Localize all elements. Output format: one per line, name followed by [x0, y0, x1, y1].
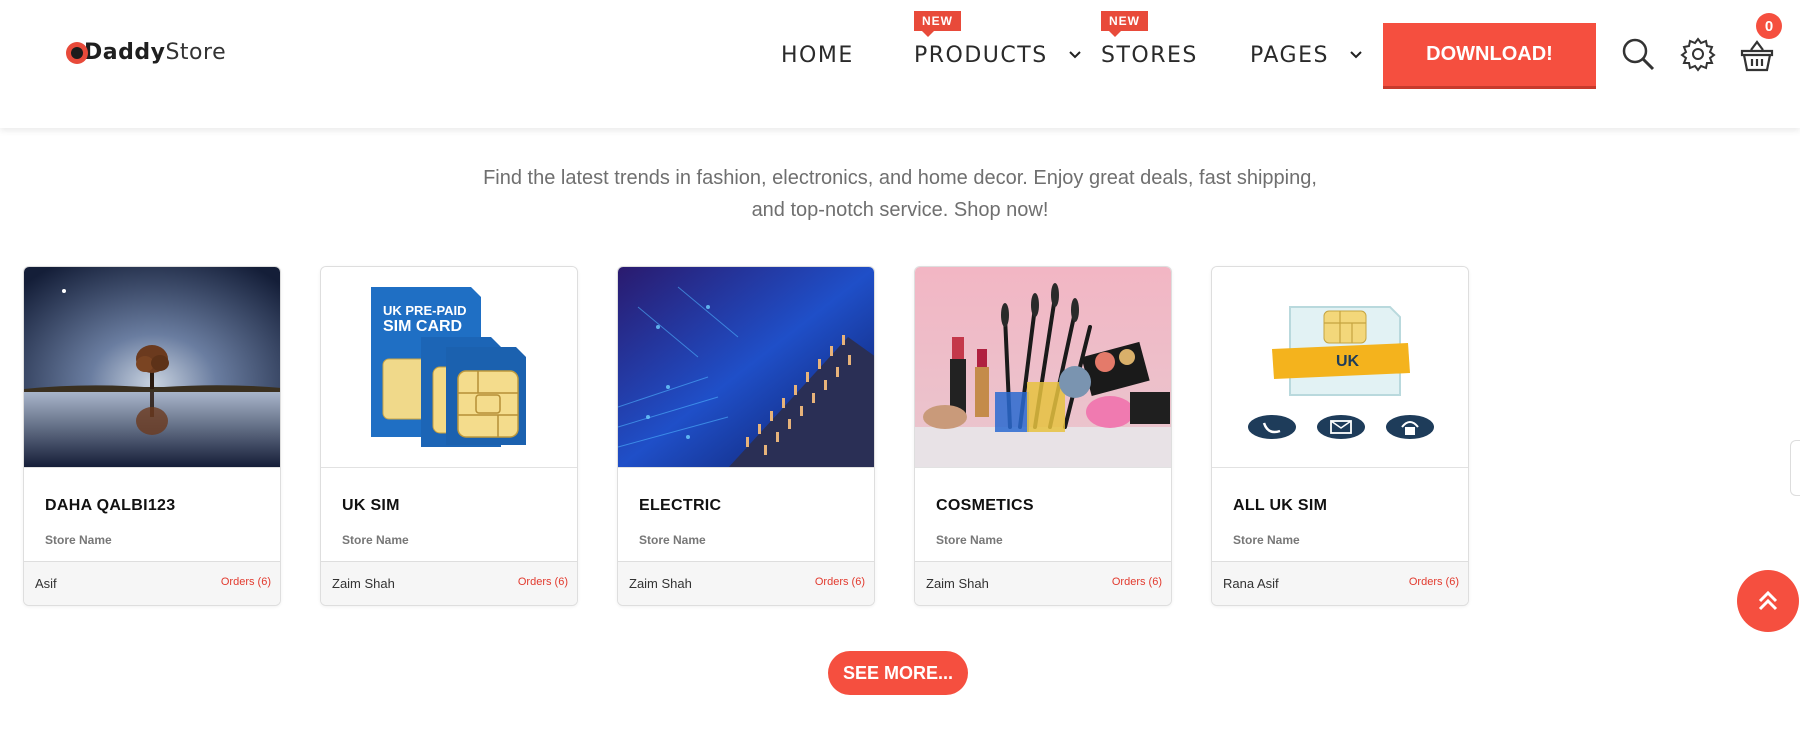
double-chevron-up-icon	[1758, 590, 1778, 611]
logo-text: DaddyStore	[84, 40, 227, 65]
chevron-down-icon[interactable]	[1349, 40, 1363, 72]
new-badge-products: NEW	[914, 11, 961, 37]
store-card[interactable]: UK ALL UK SIM Store Name Rana Asif Order…	[1211, 266, 1469, 606]
store-orders[interactable]: Orders (6)	[518, 576, 568, 588]
scroll-to-top-button[interactable]	[1737, 570, 1799, 632]
see-more-button[interactable]: SEE MORE...	[828, 651, 968, 695]
store-footer: Asif Orders (6)	[24, 561, 280, 605]
store-card[interactable]: UK PRE-PAID SIM CARD UK SIM Store Name Z…	[320, 266, 578, 606]
store-card[interactable]: DAHA QALBI123 Store Name Asif Orders (6)	[23, 266, 281, 606]
intro-text: Find the latest trends in fashion, elect…	[483, 167, 1317, 221]
store-image-night-tree	[24, 267, 280, 468]
store-subtitle: Store Name	[45, 533, 112, 547]
store-orders[interactable]: Orders (6)	[1112, 576, 1162, 588]
store-footer: Zaim Shah Orders (6)	[915, 561, 1171, 605]
download-button[interactable]: DOWNLOAD!	[1383, 23, 1596, 89]
store-image-uk-sim: UK PRE-PAID SIM CARD	[321, 267, 577, 468]
new-badge-stores: NEW	[1101, 11, 1148, 37]
store-orders[interactable]: Orders (6)	[1409, 576, 1459, 588]
store-title: ALL UK SIM	[1233, 497, 1328, 514]
basket-icon[interactable]	[1739, 38, 1775, 74]
cart-count-badge: 0	[1756, 13, 1782, 39]
store-footer: Zaim Shah Orders (6)	[618, 561, 874, 605]
store-owner: Zaim Shah	[629, 576, 692, 591]
site-header: DaddyStore HOME NEW PRODUCTS NEW STORES …	[0, 0, 1800, 128]
store-image-cosmetics	[915, 267, 1171, 468]
store-footer: Rana Asif Orders (6)	[1212, 561, 1468, 605]
store-owner: Zaim Shah	[926, 576, 989, 591]
store-card[interactable]: ELECTRIC Store Name Zaim Shah Orders (6)	[617, 266, 875, 606]
nav-stores[interactable]: STORES	[1101, 40, 1198, 72]
side-panel-tab[interactable]	[1790, 440, 1800, 496]
store-title: COSMETICS	[936, 497, 1034, 514]
search-icon[interactable]	[1620, 36, 1656, 72]
nav-products[interactable]: PRODUCTS	[914, 40, 1082, 72]
store-subtitle: Store Name	[342, 533, 409, 547]
store-owner: Rana Asif	[1223, 576, 1279, 591]
store-image-all-uk-sim: UK	[1212, 267, 1468, 468]
sim-text-1: UK PRE-PAID	[383, 303, 467, 318]
nav-pages[interactable]: PAGES	[1250, 40, 1363, 72]
store-title: ELECTRIC	[639, 497, 722, 514]
store-owner: Zaim Shah	[332, 576, 395, 591]
store-image-circuit	[618, 267, 874, 468]
gear-icon[interactable]	[1680, 36, 1716, 72]
store-orders[interactable]: Orders (6)	[815, 576, 865, 588]
store-card[interactable]: COSMETICS Store Name Zaim Shah Orders (6…	[914, 266, 1172, 606]
store-subtitle: Store Name	[639, 533, 706, 547]
store-title: UK SIM	[342, 497, 400, 514]
store-orders[interactable]: Orders (6)	[221, 576, 271, 588]
store-title: DAHA QALBI123	[45, 497, 176, 514]
store-owner: Asif	[35, 576, 57, 591]
sim-uk-text: UK	[1336, 353, 1360, 370]
store-footer: Zaim Shah Orders (6)	[321, 561, 577, 605]
chevron-down-icon[interactable]	[1068, 40, 1082, 72]
sim-text-2: SIM CARD	[383, 318, 462, 335]
logo[interactable]: DaddyStore	[66, 40, 226, 65]
store-subtitle: Store Name	[1233, 533, 1300, 547]
nav-home[interactable]: HOME	[781, 40, 854, 72]
ladybug-logo-icon	[66, 41, 88, 64]
store-subtitle: Store Name	[936, 533, 1003, 547]
